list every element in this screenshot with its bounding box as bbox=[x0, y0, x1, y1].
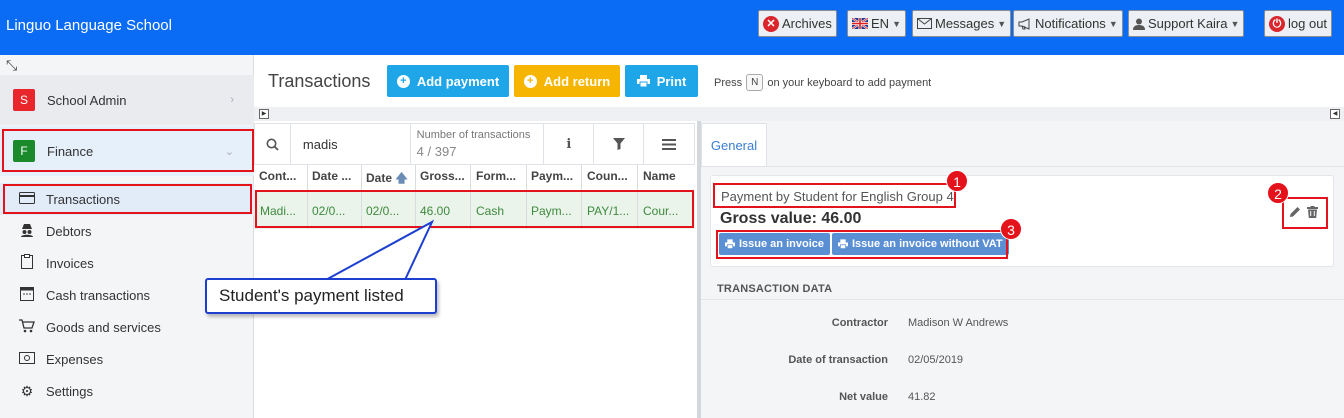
callout-pointer-mask bbox=[324, 280, 402, 284]
